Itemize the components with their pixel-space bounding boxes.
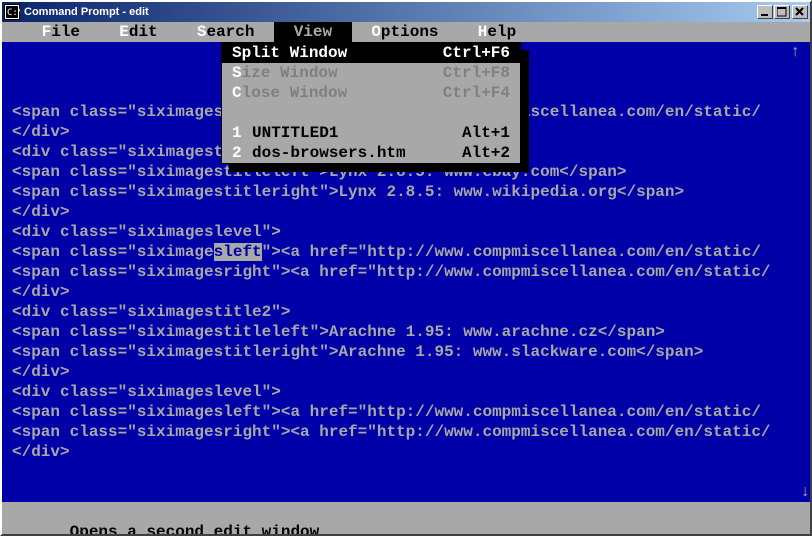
editor-line[interactable]: [12, 482, 800, 502]
editor-line[interactable]: <span class="siximagesright"><a href="ht…: [12, 422, 800, 442]
editor-line[interactable]: </div>: [12, 442, 800, 462]
menu-separator: [222, 103, 520, 123]
editor-line[interactable]: <span class="siximagesleft"><a href="htt…: [12, 242, 800, 262]
close-button[interactable]: [792, 5, 808, 19]
menu-item-size-window: Size WindowCtrl+F8: [222, 63, 520, 83]
window-controls: [756, 5, 808, 19]
menu-help[interactable]: Help: [458, 22, 536, 42]
editor-line[interactable]: </div>: [12, 202, 800, 222]
editor-line[interactable]: <div class="siximagestitle2">: [12, 302, 800, 322]
status-text: Opens a second edit window: [70, 523, 320, 534]
editor-line[interactable]: <span class="siximagesright"><a href="ht…: [12, 262, 800, 282]
menu-file[interactable]: File: [22, 22, 100, 42]
menu-edit[interactable]: Edit: [100, 22, 178, 42]
titlebar[interactable]: C:\ Command Prompt - edit: [2, 2, 810, 22]
editor-line[interactable]: [12, 462, 800, 482]
menu-search[interactable]: Search: [177, 22, 274, 42]
dos-screen: File Edit Search View Options Help C:\P-…: [2, 22, 810, 534]
editor-line[interactable]: </div>: [12, 282, 800, 302]
window-title: Command Prompt - edit: [24, 6, 756, 18]
menu-item-close-window: Close WindowCtrl+F4: [222, 83, 520, 103]
editor-line[interactable]: <span class="siximagestitleleft">Arachne…: [12, 322, 800, 342]
editor-line[interactable]: <span class="siximagestitleright">Lynx 2…: [12, 182, 800, 202]
menu-window-1[interactable]: 1UNTITLED1Alt+1: [222, 123, 520, 143]
scroll-down-icon[interactable]: ↓: [800, 482, 810, 502]
editor-line[interactable]: <span class="siximagestitleleft">Lynx 2.…: [12, 162, 800, 182]
menu-item-split-window[interactable]: Split WindowCtrl+F6: [222, 43, 520, 63]
scroll-up-icon[interactable]: ↑: [790, 42, 800, 62]
maximize-button[interactable]: [774, 5, 790, 19]
editor-line[interactable]: <span class="siximagestitleright">Arachn…: [12, 342, 800, 362]
status-bar: Opens a second edit window: [2, 502, 810, 522]
menubar: File Edit Search View Options Help: [2, 22, 810, 42]
menu-window-2[interactable]: 2dos-browsers.htmAlt+2: [222, 143, 520, 163]
view-dropdown: Split WindowCtrl+F6Size WindowCtrl+F8Clo…: [221, 42, 521, 164]
editor-line[interactable]: <div class="siximageslevel">: [12, 222, 800, 242]
cmd-icon: C:\: [4, 4, 20, 20]
svg-text:C:\: C:\: [7, 8, 20, 18]
editor-line[interactable]: <span class="siximagesleft"><a href="htt…: [12, 402, 800, 422]
editor-line[interactable]: <div class="siximageslevel">: [12, 382, 800, 402]
minimize-button[interactable]: [757, 5, 773, 19]
editor-line[interactable]: </div>: [12, 362, 800, 382]
menu-options[interactable]: Options: [352, 22, 458, 42]
menu-view[interactable]: View: [274, 22, 352, 42]
app-window: C:\ Command Prompt - edit File Edit Sear…: [0, 0, 812, 536]
